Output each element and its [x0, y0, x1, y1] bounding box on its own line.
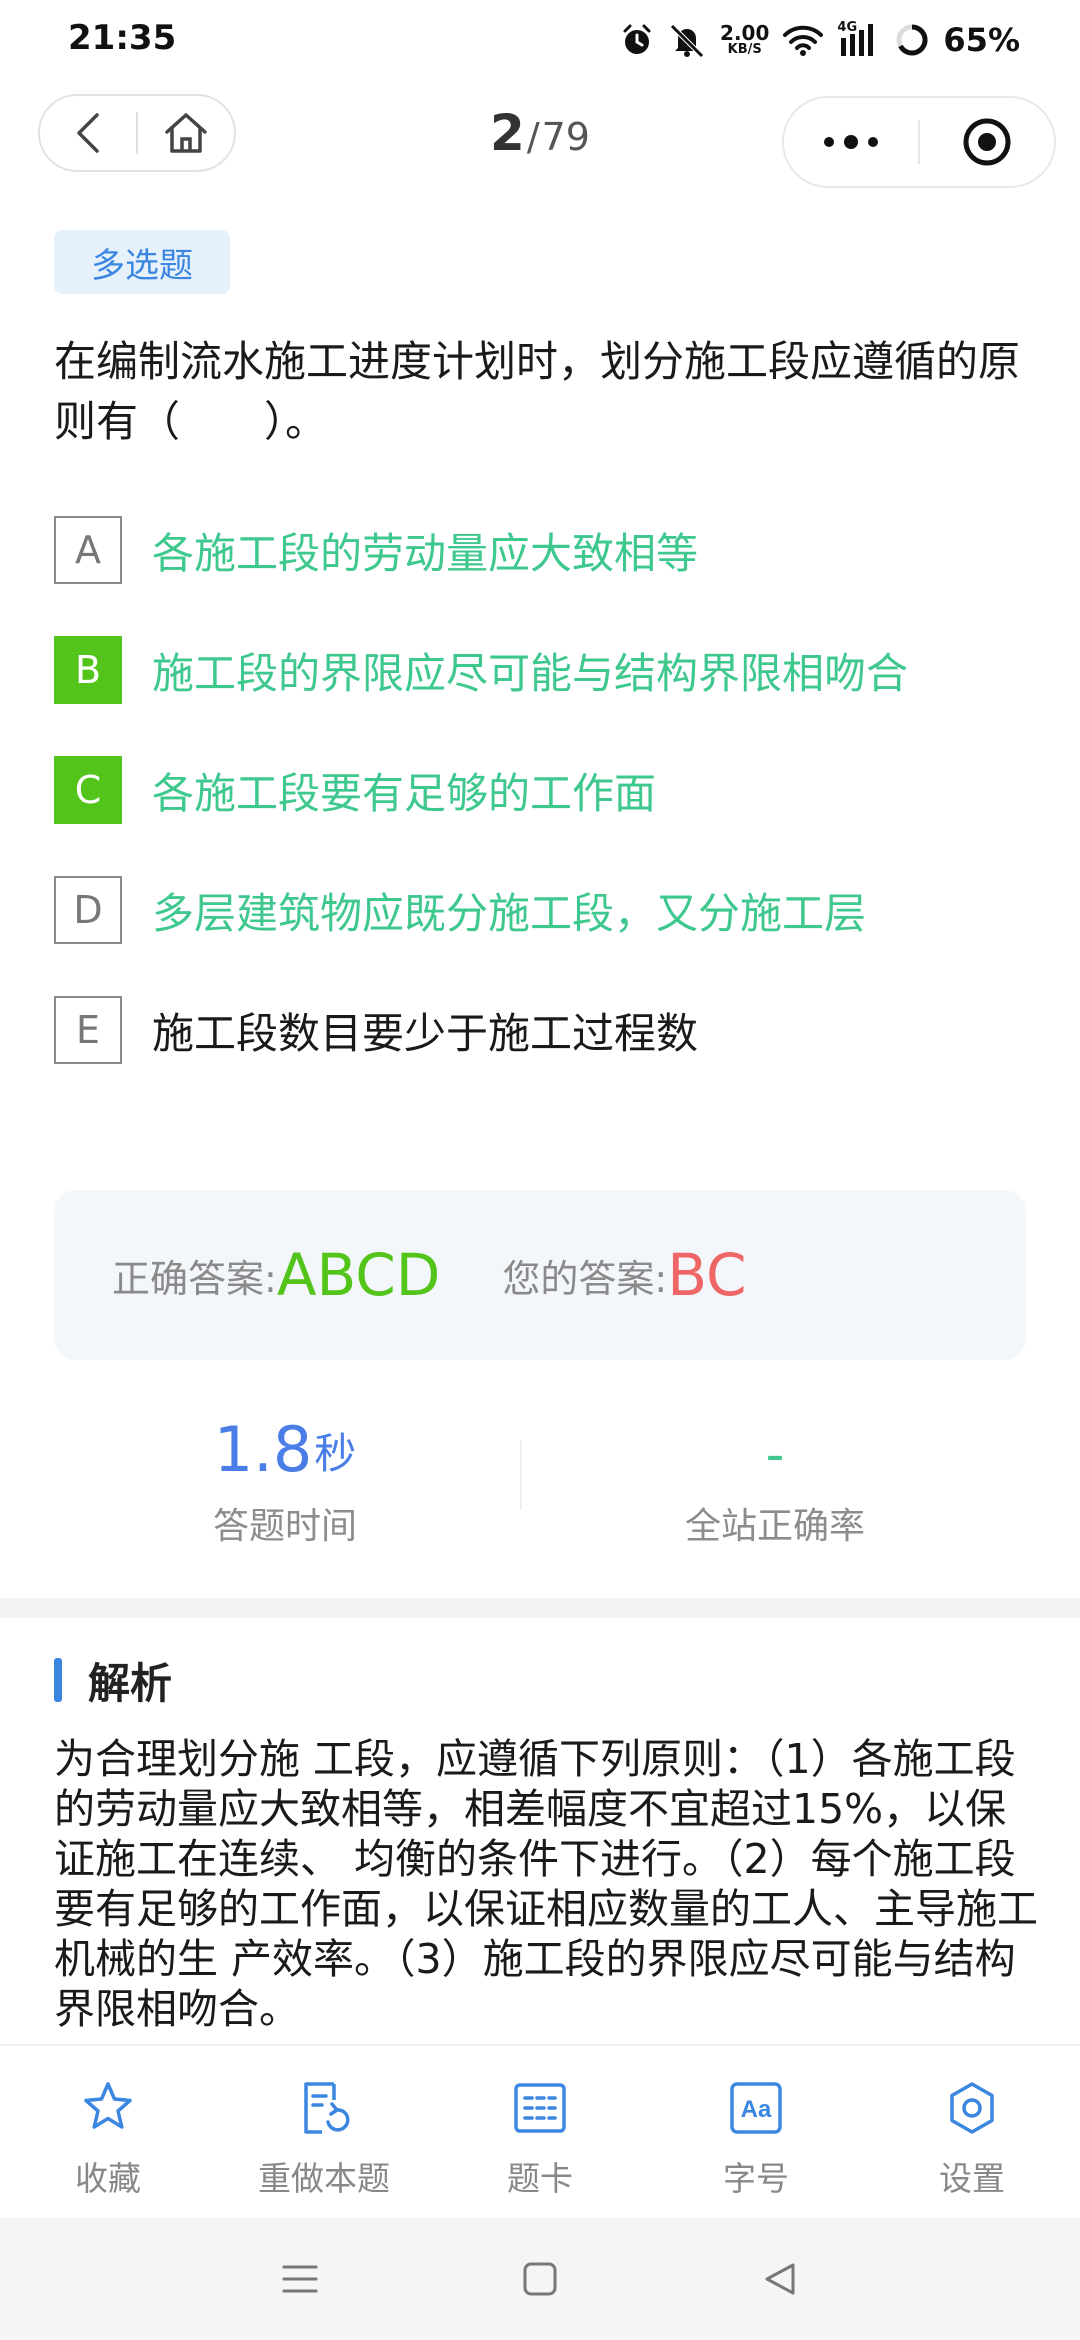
correct-answer-value: ABCD	[276, 1241, 441, 1309]
answer-time-stat: 1.8 秒 答题时间	[40, 1405, 530, 1549]
font-size-button[interactable]: Aa 字号	[648, 2046, 864, 2218]
option-letter: B	[54, 636, 122, 704]
target-icon	[963, 118, 1011, 166]
answer-card-button[interactable]: 题卡	[432, 2046, 648, 2218]
font-size-label: 字号	[723, 2159, 789, 2198]
net-speed-value: 2.00	[720, 21, 770, 45]
heading-accent-bar	[54, 1658, 62, 1702]
square-icon	[523, 2262, 557, 2296]
answer-time-number: 1.8	[213, 1413, 313, 1486]
accuracy-stat: - 全站正确率	[530, 1405, 1020, 1549]
accuracy-label: 全站正确率	[684, 1506, 865, 1547]
analysis-heading: 解析	[54, 1652, 172, 1708]
mute-icon	[670, 24, 704, 58]
favorite-button[interactable]: 收藏	[0, 2046, 216, 2218]
svg-text:Aa: Aa	[741, 2096, 772, 2123]
option-text: 各施工段的劳动量应大致相等	[152, 528, 699, 578]
option-c[interactable]: C 各施工段要有足够的工作面	[54, 755, 1044, 825]
total-questions: 79	[541, 115, 590, 159]
net-speed: 2.00 KB/S	[720, 23, 769, 57]
alarm-icon	[623, 24, 651, 54]
system-home-button[interactable]	[420, 2260, 660, 2298]
answer-card-label: 题卡	[507, 2159, 573, 2198]
accuracy-value: -	[765, 1425, 785, 1485]
redo-question-label: 重做本题	[258, 2159, 390, 2198]
settings-icon	[950, 2082, 994, 2134]
answer-time-value: 1.8 秒	[40, 1405, 530, 1485]
system-navigation-bar	[0, 2218, 1080, 2340]
close-program-button[interactable]	[920, 98, 1054, 186]
option-text: 施工段的界限应尽可能与结构界限相吻合	[152, 648, 909, 698]
question-type-badge: 多选题	[54, 230, 230, 294]
more-button[interactable]	[784, 98, 918, 186]
section-separator	[0, 1598, 1080, 1618]
mini-program-capsule	[782, 96, 1056, 188]
option-a[interactable]: A 各施工段的劳动量应大致相等	[54, 515, 1044, 585]
option-b[interactable]: B 施工段的界限应尽可能与结构界限相吻合	[54, 635, 1044, 705]
star-icon	[84, 2082, 132, 2129]
triangle-back-icon	[765, 2263, 795, 2295]
counter-separator: /	[526, 115, 540, 159]
answer-time-unit: 秒	[314, 1429, 357, 1478]
menu-icon	[282, 2265, 318, 2293]
question-text: 在编制流水施工进度计划时，划分施工段应遵循的原则有（ ）。	[54, 337, 1021, 446]
settings-button[interactable]: 设置	[864, 2046, 1080, 2218]
recent-apps-button[interactable]	[180, 2261, 420, 2297]
status-bar: 21:35 2.00 KB/S 4G 65%	[0, 0, 1080, 80]
answer-time-label: 答题时间	[212, 1506, 357, 1547]
bottom-toolbar: 收藏 重做本题 题卡 Aa 字号 设置	[0, 2044, 1080, 2218]
option-letter: A	[54, 516, 122, 584]
wifi-icon	[783, 25, 824, 56]
net-speed-unit: KB/S	[727, 42, 762, 57]
analysis-text: 为合理划分施 工段，应遵循下列原则：（1）各施工段的劳动量应大致相等，相差幅度不…	[54, 1735, 1038, 2033]
status-time: 21:35	[68, 18, 177, 58]
answer-card-icon	[514, 2083, 566, 2133]
redo-question-button[interactable]: 重做本题	[216, 2046, 432, 2218]
your-answer-label: 您的答案:	[502, 1256, 668, 1301]
current-question-number: 2	[490, 104, 525, 162]
redo-icon	[304, 2082, 350, 2134]
option-letter: C	[54, 756, 122, 824]
system-back-button[interactable]	[660, 2260, 900, 2298]
battery-icon	[896, 24, 928, 56]
favorite-label: 收藏	[75, 2159, 141, 2198]
option-letter: E	[54, 996, 122, 1064]
analysis-title: 解析	[88, 1658, 173, 1708]
stats-divider	[520, 1440, 522, 1510]
option-text: 施工段数目要少于施工过程数	[152, 1008, 699, 1058]
battery-percent: 65%	[943, 21, 1020, 59]
font-size-icon: Aa	[730, 2082, 782, 2134]
option-text: 多层建筑物应既分施工段，又分施工层	[152, 888, 867, 938]
option-e[interactable]: E 施工段数目要少于施工过程数	[54, 995, 1044, 1065]
correct-answer-label: 正确答案:	[112, 1256, 277, 1301]
option-letter: D	[54, 876, 122, 944]
your-answer-value: BC	[667, 1241, 747, 1309]
settings-label: 设置	[939, 2159, 1005, 2198]
option-text: 各施工段要有足够的工作面	[152, 768, 657, 818]
option-d[interactable]: D 多层建筑物应既分施工段，又分施工层	[54, 875, 1044, 945]
answer-summary: 正确答案: ABCD 您的答案: BC	[54, 1190, 1026, 1360]
signal-icon: 4G	[837, 20, 881, 58]
more-icon	[824, 135, 878, 149]
status-icons: 2.00 KB/S 4G 65%	[620, 16, 1020, 64]
